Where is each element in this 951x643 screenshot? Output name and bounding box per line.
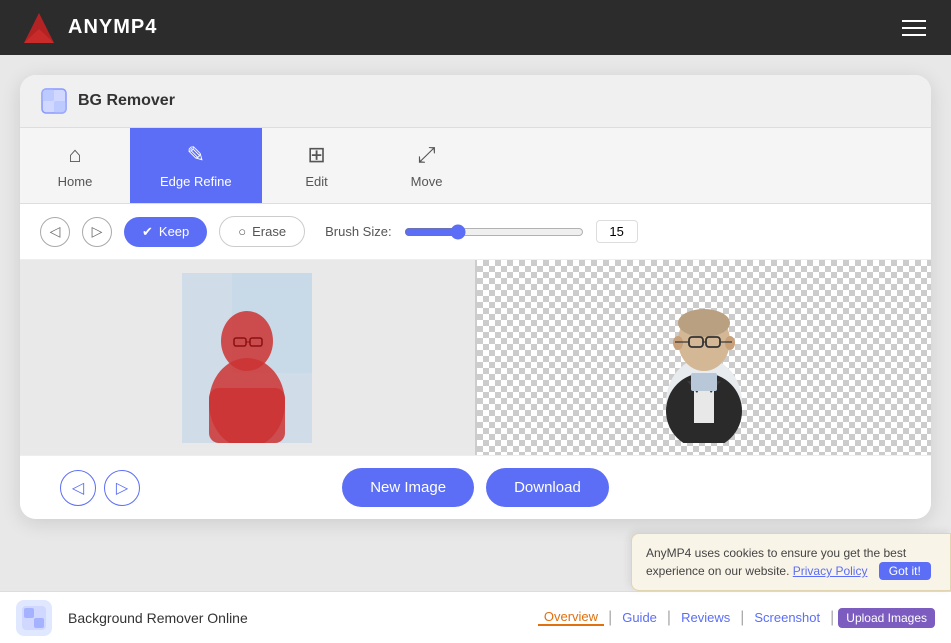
tab-move[interactable]: ⤢ Move — [372, 128, 482, 203]
cookie-banner: AnyMP4 uses cookies to ensure you get th… — [631, 533, 951, 591]
original-image — [182, 273, 312, 443]
footer-nav-upload[interactable]: Upload Images — [838, 608, 935, 628]
keep-button[interactable]: ✔ Keep — [124, 217, 207, 247]
got-it-button[interactable]: Got it! — [879, 562, 931, 580]
canvas-left — [20, 260, 475, 455]
download-button[interactable]: Download — [486, 468, 609, 507]
card-title: BG Remover — [78, 92, 175, 110]
keep-label: Keep — [159, 224, 189, 239]
tab-home[interactable]: ⌂ Home — [20, 128, 130, 203]
card-header: BG Remover — [20, 75, 931, 128]
footer-nav-screenshot[interactable]: Screenshot — [748, 610, 826, 625]
bottom-bar-inner: ◁ ▷ New Image Download — [40, 468, 911, 507]
edit-icon: ⊞ — [307, 142, 325, 168]
prev-button[interactable]: ◁ — [60, 470, 96, 506]
footer-sep-3: | — [740, 609, 744, 627]
footer-sep-4: | — [830, 609, 834, 627]
nav-buttons: ◁ ▷ — [60, 470, 140, 506]
redo-button[interactable]: ▷ — [82, 217, 112, 247]
footer-nav: Overview | Guide | Reviews | Screenshot … — [538, 608, 935, 628]
tab-move-label: Move — [411, 174, 443, 189]
footer: Background Remover Online Overview | Gui… — [0, 591, 951, 643]
brush-size-input[interactable]: 15 — [596, 220, 638, 243]
action-buttons: New Image Download — [342, 468, 609, 507]
footer-title: Background Remover Online — [68, 610, 248, 626]
keep-checkmark-icon: ✔ — [142, 224, 153, 240]
erase-icon: ○ — [238, 224, 246, 239]
tab-edit[interactable]: ⊞ Edit — [262, 128, 372, 203]
erase-label: Erase — [252, 224, 286, 239]
logo: ANYMP4 — [20, 9, 157, 47]
tab-bar: ⌂ Home ✎ Edge Refine ⊞ Edit ⤢ Move — [20, 128, 931, 204]
edge-refine-icon: ✎ — [187, 142, 205, 168]
canvas-area — [20, 260, 931, 455]
cookie-text: AnyMP4 uses cookies to ensure you get th… — [646, 546, 906, 578]
bg-remover-card: BG Remover ⌂ Home ✎ Edge Refine ⊞ Edit ⤢… — [20, 75, 931, 519]
privacy-policy-link[interactable]: Privacy Policy — [793, 564, 868, 578]
footer-app-icon — [16, 600, 52, 636]
tab-home-label: Home — [58, 174, 93, 189]
main-area: BG Remover ⌂ Home ✎ Edge Refine ⊞ Edit ⤢… — [0, 55, 951, 519]
bottom-bar: ◁ ▷ New Image Download — [20, 455, 931, 519]
next-button[interactable]: ▷ — [104, 470, 140, 506]
new-image-button[interactable]: New Image — [342, 468, 474, 507]
footer-icon-svg — [22, 606, 46, 630]
erase-button[interactable]: ○ Erase — [219, 216, 305, 247]
brush-size-label: Brush Size: — [325, 224, 391, 239]
footer-sep-2: | — [667, 609, 671, 627]
undo-button[interactable]: ◁ — [40, 217, 70, 247]
home-icon: ⌂ — [68, 142, 81, 168]
hamburger-menu[interactable] — [897, 15, 931, 41]
header: ANYMP4 — [0, 0, 951, 55]
brush-size-slider[interactable] — [404, 224, 584, 240]
move-icon: ⤢ — [418, 142, 436, 168]
footer-nav-reviews[interactable]: Reviews — [675, 610, 736, 625]
footer-sep-1: | — [608, 609, 612, 627]
tab-edge-refine-label: Edge Refine — [160, 174, 232, 189]
canvas-right — [477, 260, 932, 455]
footer-nav-guide[interactable]: Guide — [616, 610, 663, 625]
result-image — [639, 273, 769, 443]
logo-icon — [20, 9, 58, 47]
footer-nav-overview[interactable]: Overview — [538, 609, 604, 626]
tab-edit-label: Edit — [305, 174, 327, 189]
toolbar: ◁ ▷ ✔ Keep ○ Erase Brush Size: 15 — [20, 204, 931, 260]
tab-edge-refine[interactable]: ✎ Edge Refine — [130, 128, 262, 203]
bg-remover-icon — [40, 87, 68, 115]
logo-text: ANYMP4 — [68, 16, 157, 39]
